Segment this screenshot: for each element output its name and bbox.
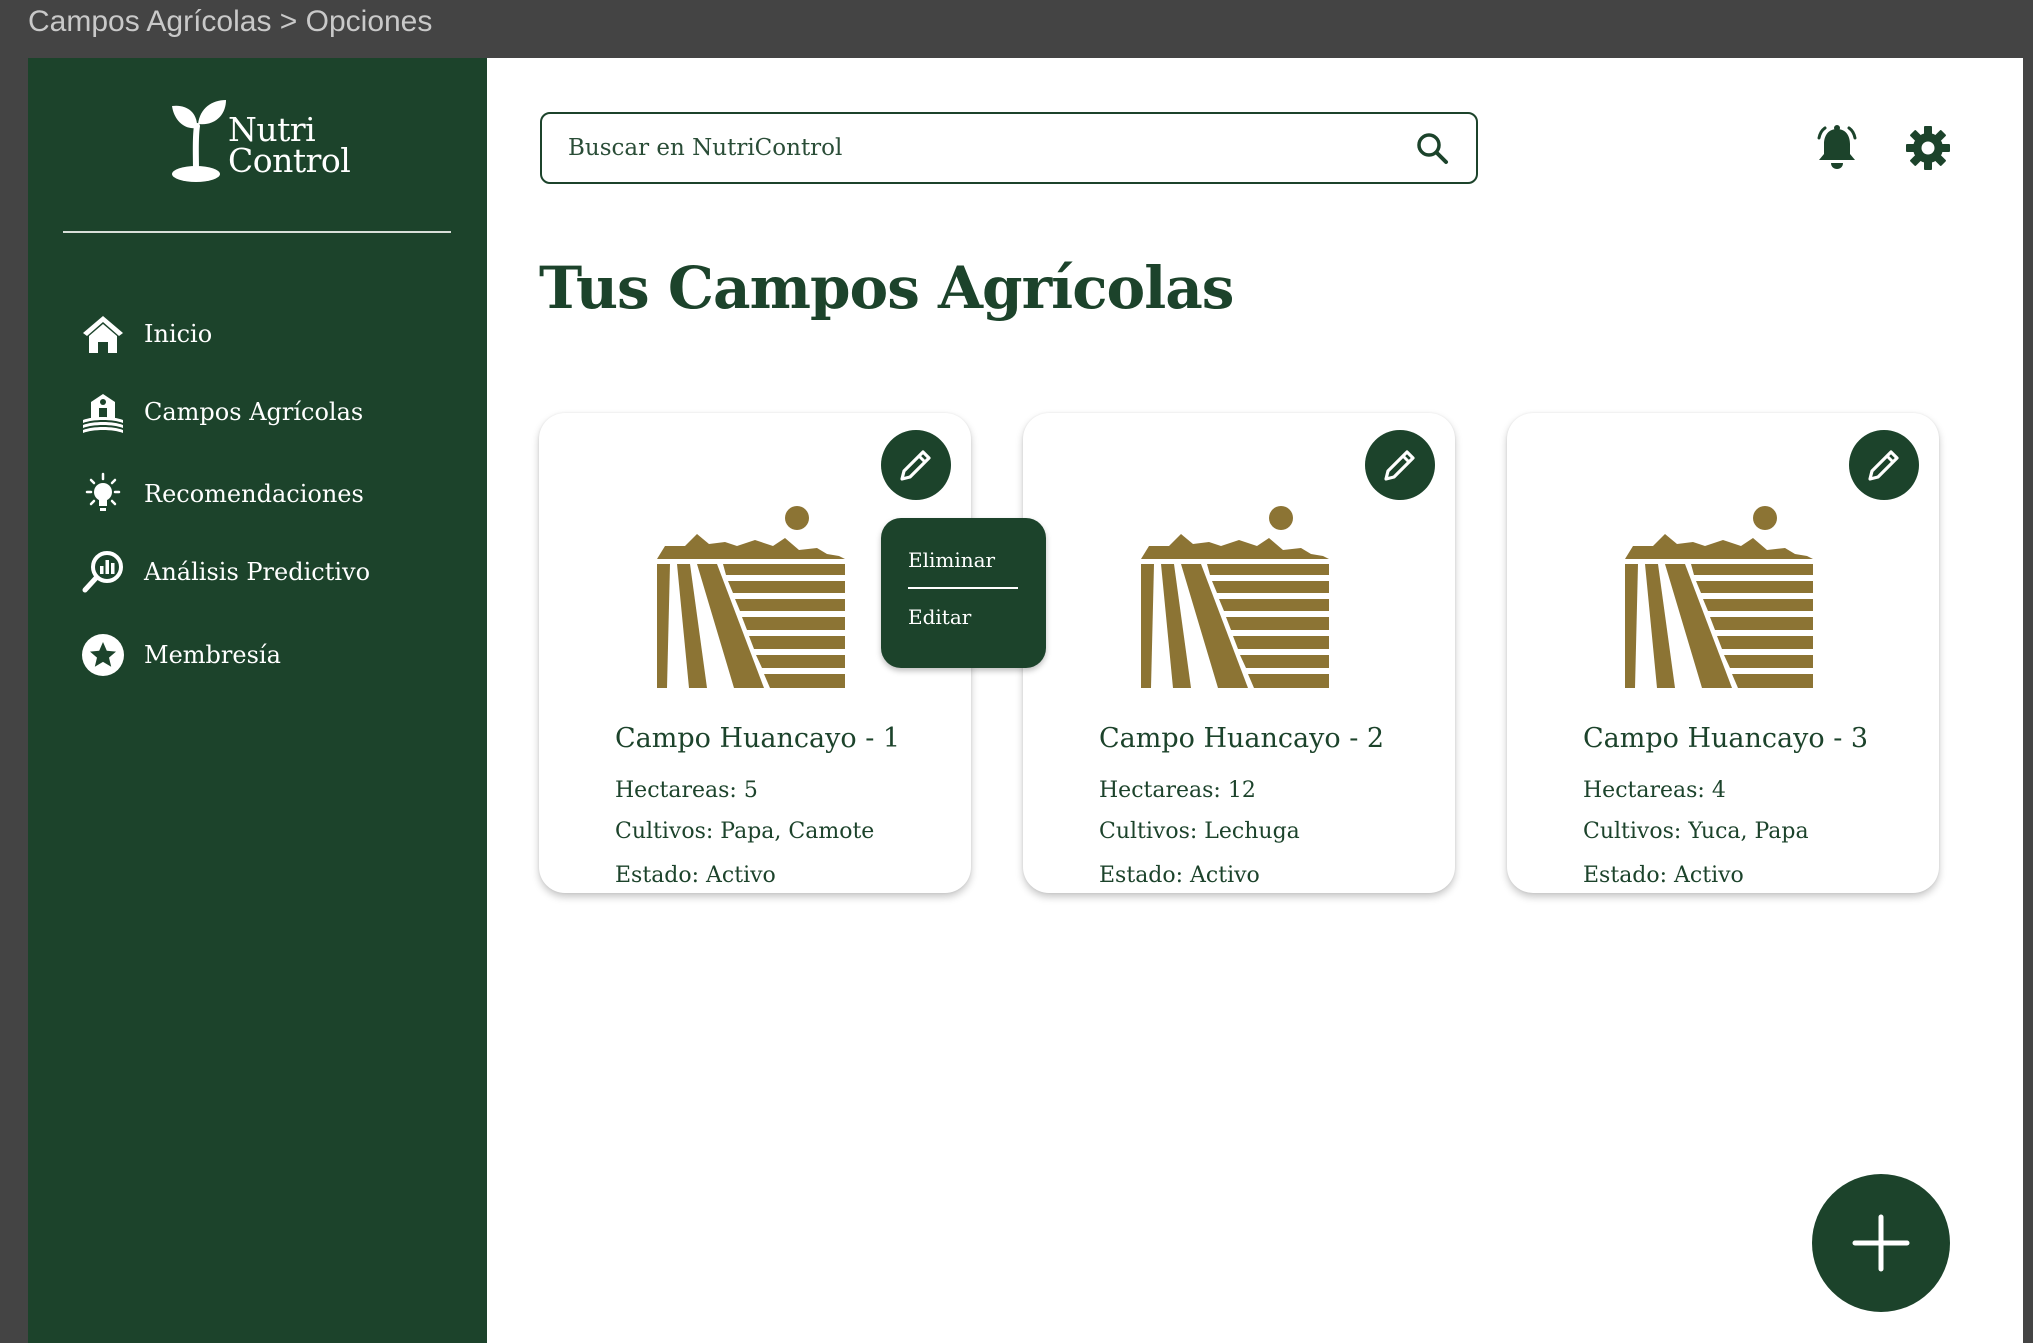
lightbulb-icon (80, 471, 126, 517)
sidebar: Nutri Control Inicio Campos Agrícolas Re… (28, 58, 487, 1343)
sidebar-item-label: Análisis Predictivo (144, 558, 371, 586)
sidebar-item-label: Membresía (144, 641, 281, 669)
field-name: Campo Huancayo - 2 (1099, 723, 1385, 754)
field-illustration-icon (657, 506, 847, 691)
edit-button[interactable] (1365, 430, 1435, 500)
field-options-menu: Eliminar Editar (881, 518, 1046, 668)
brand-name: Nutri Control (228, 113, 351, 180)
star-icon (80, 632, 126, 678)
edit-button[interactable] (1849, 430, 1919, 500)
search-bar (540, 112, 1478, 184)
edit-menu-item[interactable]: Editar (908, 605, 971, 629)
page-title: Tus Campos Agrícolas (539, 254, 1234, 322)
sidebar-divider (63, 231, 451, 233)
field-illustration-icon (1625, 506, 1815, 691)
sidebar-item-membresia[interactable]: Membresía (80, 625, 281, 685)
sidebar-item-label: Inicio (144, 320, 213, 348)
field-crops: Cultivos: Yuca, Papa (1583, 819, 1809, 844)
pencil-icon (1868, 450, 1899, 481)
field-name: Campo Huancayo - 3 (1583, 723, 1869, 754)
field-illustration-icon (1141, 506, 1331, 691)
home-icon (80, 311, 126, 357)
search-input[interactable] (568, 135, 1412, 161)
field-hectares: Hectareas: 4 (1583, 778, 1726, 803)
sidebar-item-analisis-predictivo[interactable]: Análisis Predictivo (80, 542, 370, 602)
pencil-icon (900, 450, 931, 481)
search-icon[interactable] (1412, 128, 1452, 168)
plus-icon (1852, 1214, 1910, 1272)
sidebar-item-inicio[interactable]: Inicio (80, 304, 212, 364)
sidebar-item-label: Recomendaciones (144, 480, 364, 508)
sidebar-item-label: Campos Agrícolas (144, 398, 364, 426)
pencil-icon (1384, 450, 1415, 481)
add-field-button[interactable] (1812, 1174, 1950, 1312)
sidebar-item-campos-agricolas[interactable]: Campos Agrícolas (80, 382, 363, 442)
field-status: Estado: Activo (1099, 863, 1260, 888)
field-card-2[interactable]: Campo Huancayo - 2 Hectareas: 12 Cultivo… (1023, 413, 1455, 893)
app-window: Nutri Control Inicio Campos Agrícolas Re… (28, 58, 2023, 1343)
field-crops: Cultivos: Papa, Camote (615, 819, 875, 844)
field-status: Estado: Activo (1583, 863, 1744, 888)
breadcrumb: Campos Agrícolas > Opciones (28, 5, 433, 38)
logo[interactable]: Nutri Control (170, 98, 370, 188)
field-hectares: Hectareas: 12 (1099, 778, 1256, 803)
sidebar-item-recomendaciones[interactable]: Recomendaciones (80, 464, 364, 524)
sprout-logo-icon (172, 100, 226, 182)
brand-line-2: Control (228, 141, 351, 180)
field-name: Campo Huancayo - 1 (615, 723, 901, 754)
bell-icon[interactable] (1809, 120, 1865, 176)
field-crops: Cultivos: Lechuga (1099, 819, 1300, 844)
menu-divider (908, 587, 1018, 589)
edit-button[interactable] (881, 430, 951, 500)
field-status: Estado: Activo (615, 863, 776, 888)
gear-icon[interactable] (1900, 120, 1956, 176)
delete-menu-item[interactable]: Eliminar (908, 548, 995, 572)
analytics-icon (80, 549, 126, 595)
field-hectares: Hectareas: 5 (615, 778, 758, 803)
farm-icon (80, 389, 126, 435)
field-card-3[interactable]: Campo Huancayo - 3 Hectareas: 4 Cultivos… (1507, 413, 1939, 893)
